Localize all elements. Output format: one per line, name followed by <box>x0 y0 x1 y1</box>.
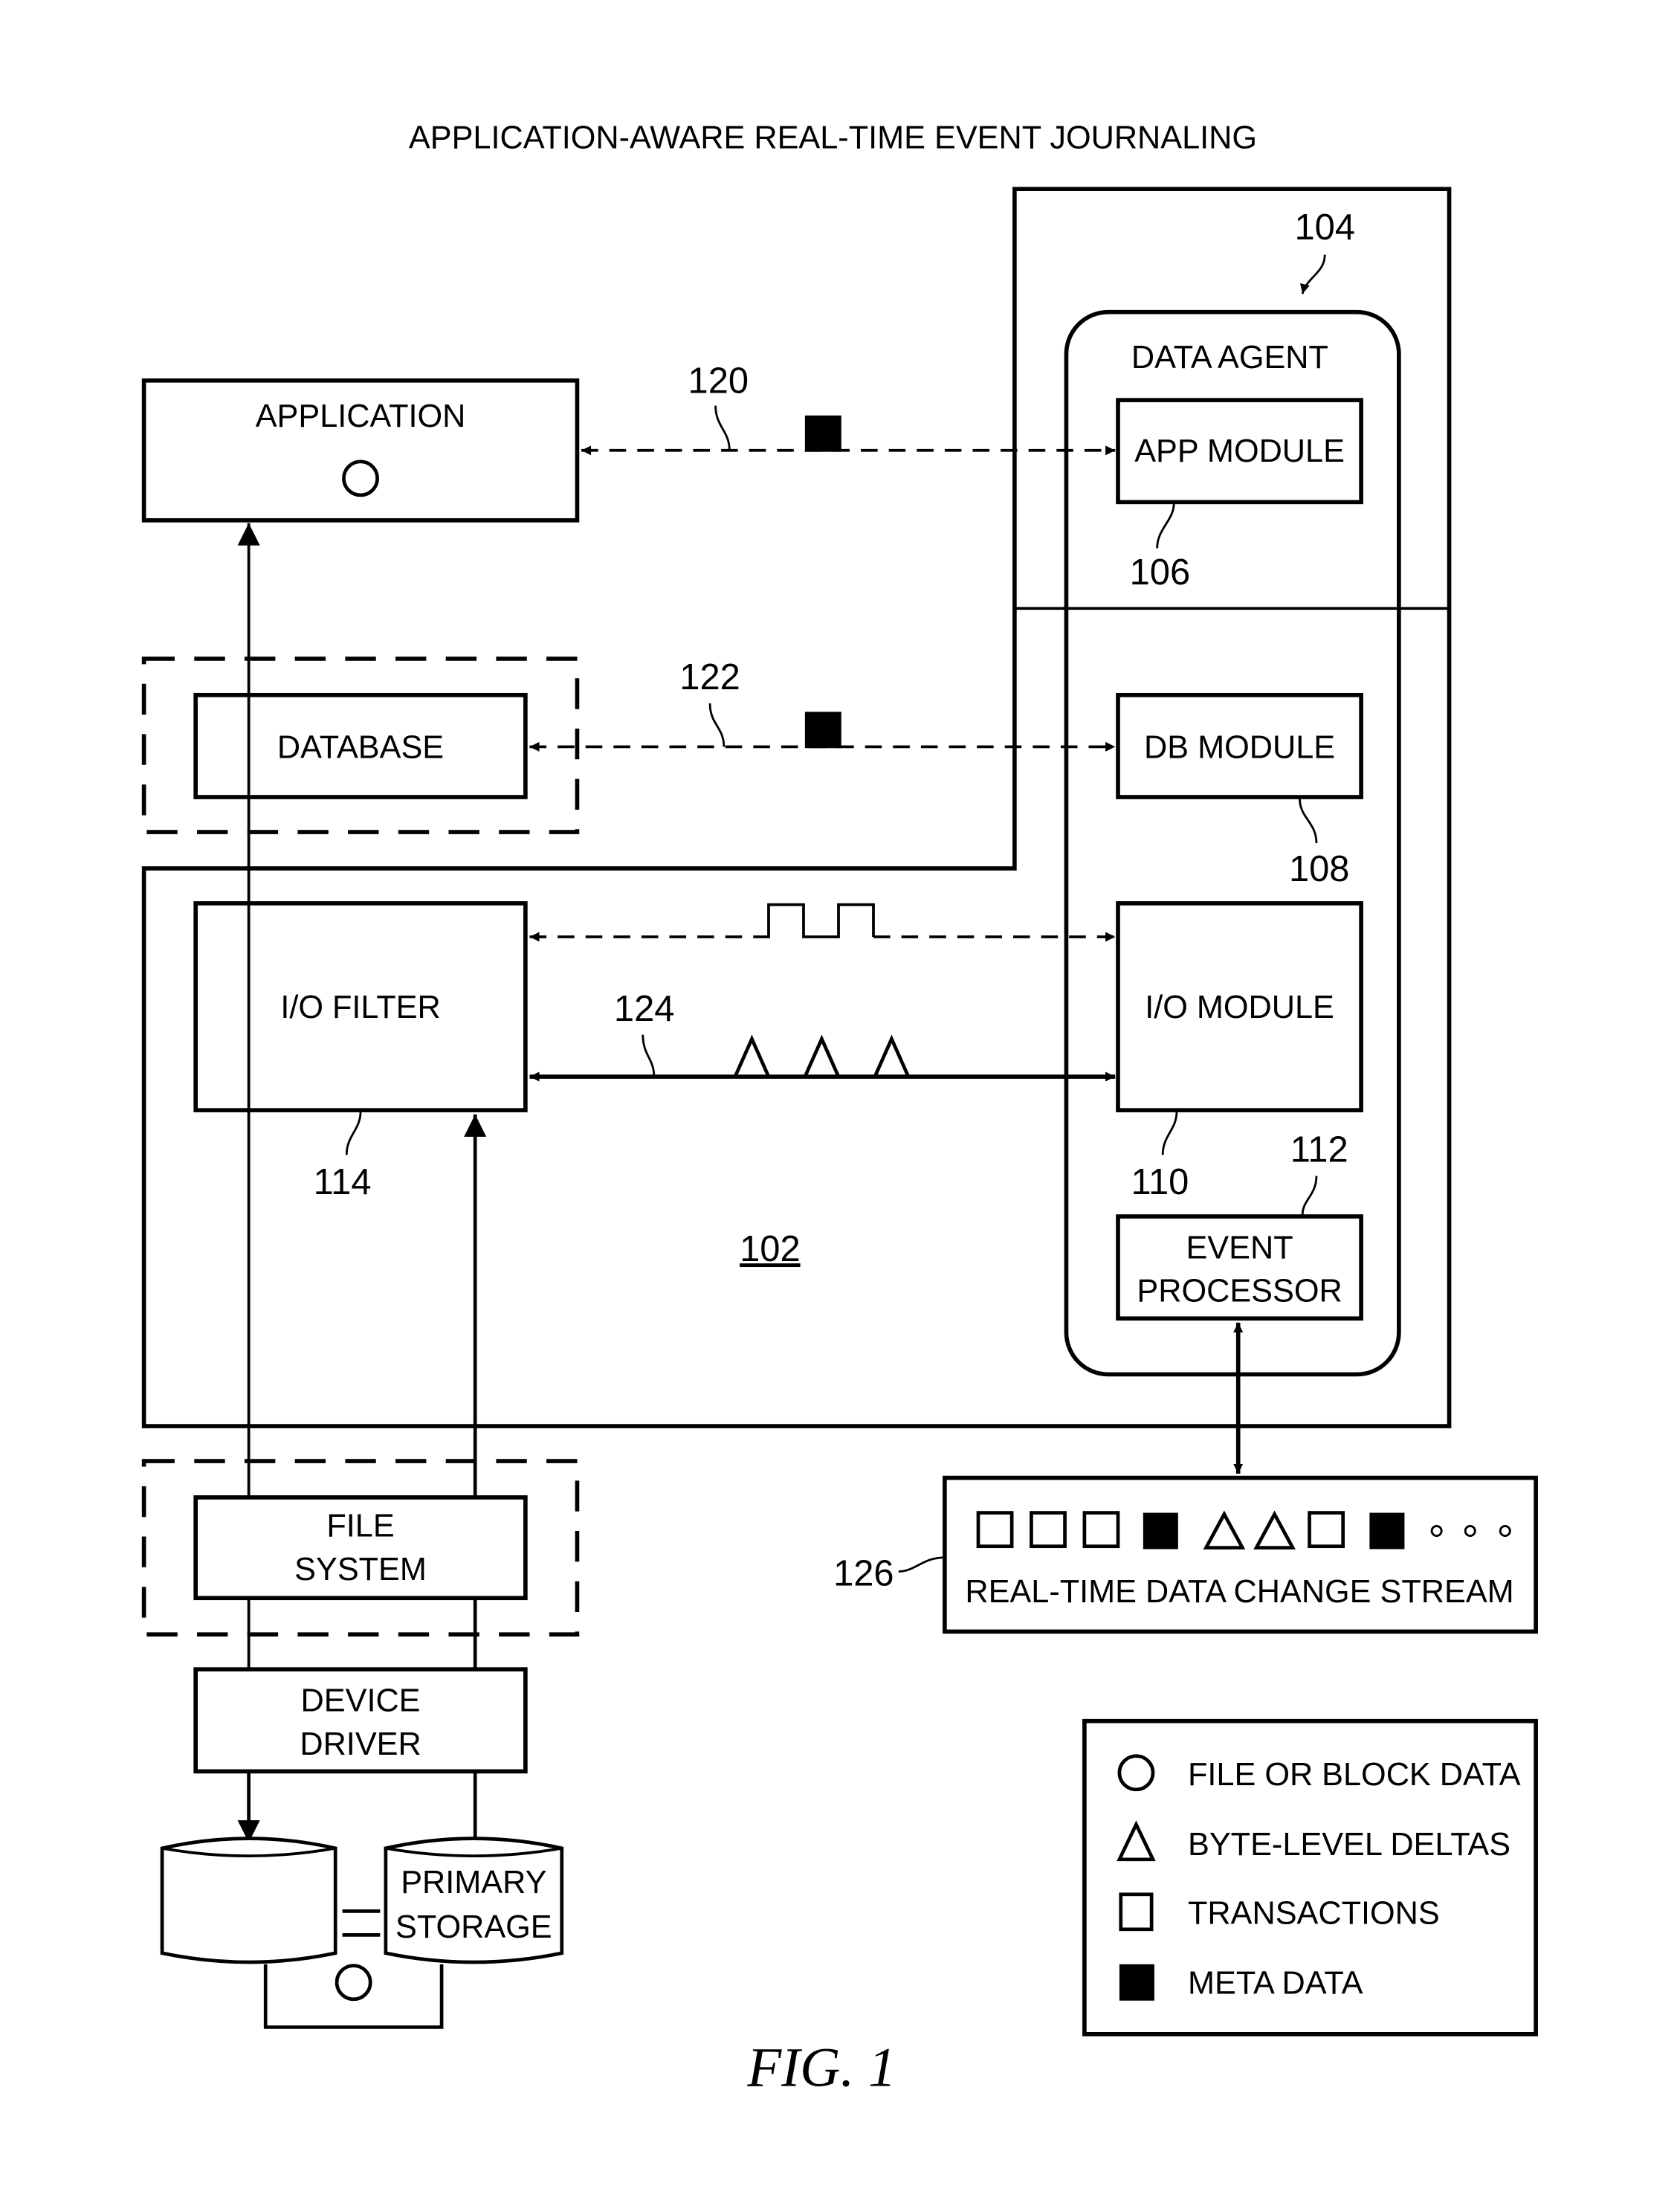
ref-108-leader <box>1298 798 1318 844</box>
meta-data-square-icon <box>804 415 841 452</box>
legend-label-transactions: TRANSACTIONS <box>1188 1895 1440 1931</box>
ref-120-leader <box>714 405 731 451</box>
ref-106-leader <box>1156 503 1175 549</box>
ref-106: 106 <box>1130 552 1191 593</box>
event-processor-label-line2: PROCESSOR <box>1137 1274 1342 1309</box>
ref-102: 102 <box>740 1229 801 1269</box>
diagram: APPLICATION-AWARE REAL-TIME EVENT JOURNA… <box>141 120 1538 2098</box>
database-label: DATABASE <box>277 729 444 765</box>
byte-delta-triangle-icon <box>733 1034 771 1077</box>
legend-circle-icon <box>1117 1754 1155 1792</box>
file-system-label-line1: FILE <box>326 1509 394 1544</box>
event-processor-box[interactable]: EVENT PROCESSOR <box>1116 1214 1363 1321</box>
device-driver-label-line2: DRIVER <box>300 1726 421 1762</box>
ref-122-leader <box>708 703 726 747</box>
ellipsis-dot-icon <box>1464 1525 1476 1538</box>
data-agent-label: DATA AGENT <box>1131 340 1328 375</box>
ref-112: 112 <box>1290 1130 1348 1170</box>
ref-114-leader <box>345 1111 362 1155</box>
meta-data-square-icon <box>804 712 841 749</box>
legend-label-file-block-data: FILE OR BLOCK DATA <box>1188 1757 1521 1793</box>
app-module-label: APP MODULE <box>1134 433 1345 469</box>
primary-storage-label-line2: STORAGE <box>395 1909 552 1945</box>
io-filter-label: I/O FILTER <box>280 990 440 1025</box>
db-module-label: DB MODULE <box>1144 729 1335 765</box>
ref-114: 114 <box>314 1162 372 1202</box>
ellipsis-dot-icon <box>1499 1525 1511 1538</box>
db-module-box[interactable]: DB MODULE <box>1116 692 1363 799</box>
legend-filled-square-icon <box>1119 1964 1154 2001</box>
ref-126-leader <box>898 1556 945 1573</box>
ref-110: 110 <box>1131 1162 1189 1202</box>
transaction-square-icon <box>976 1511 1014 1549</box>
ref-124: 124 <box>614 989 675 1029</box>
legend-label-byte-level-deltas: BYTE-LEVEL DELTAS <box>1188 1827 1510 1863</box>
ref-124-leader <box>642 1034 656 1077</box>
legend-box: FILE OR BLOCK DATA BYTE-LEVEL DELTAS TRA… <box>1082 1718 1538 2037</box>
device-driver-label-line1: DEVICE <box>301 1683 421 1719</box>
ref-120: 120 <box>688 361 749 402</box>
ref-122: 122 <box>679 657 740 697</box>
file-system-label-line2: SYSTEM <box>294 1552 427 1587</box>
legend-label-meta-data: META DATA <box>1188 1965 1363 2001</box>
file-block-data-circle-icon <box>335 1964 372 2002</box>
figure-label: FIG. 1 <box>746 2037 896 2098</box>
file-system-box[interactable]: FILE SYSTEM <box>193 1495 528 1601</box>
ref-110-leader <box>1161 1111 1178 1155</box>
transaction-square-icon <box>1082 1511 1120 1549</box>
application-box[interactable]: APPLICATION <box>141 378 580 523</box>
device-driver-box[interactable]: DEVICE DRIVER <box>193 1667 528 1774</box>
transaction-square-pulse-1 <box>766 903 875 938</box>
meta-data-square-icon <box>1369 1512 1405 1550</box>
primary-storage-cylinder[interactable]: PRIMARY STORAGE <box>384 1837 564 1964</box>
mirror-storage-cylinder[interactable] <box>160 1837 337 1964</box>
io-module-box[interactable]: I/O MODULE <box>1116 901 1363 1112</box>
io-filter-box[interactable]: I/O FILTER <box>193 901 528 1112</box>
byte-delta-triangle-icon <box>803 1034 841 1077</box>
transaction-square-icon <box>1030 1511 1067 1549</box>
ellipsis-dot-icon <box>1430 1525 1443 1538</box>
diagram-title: APPLICATION-AWARE REAL-TIME EVENT JOURNA… <box>409 120 1257 156</box>
stream-label: REAL-TIME DATA CHANGE STREAM <box>965 1574 1513 1610</box>
ref-108: 108 <box>1289 849 1350 889</box>
file-block-data-circle-icon <box>342 460 379 497</box>
data-change-stream-box[interactable]: REAL-TIME DATA CHANGE STREAM <box>943 1475 1538 1634</box>
app-module-box[interactable]: APP MODULE <box>1116 398 1363 505</box>
database-box[interactable]: DATABASE <box>193 692 528 799</box>
ref-126: 126 <box>833 1553 894 1593</box>
ref-104-leader <box>1299 254 1326 294</box>
byte-delta-triangle-icon <box>873 1034 911 1077</box>
io-module-label: I/O MODULE <box>1145 990 1334 1025</box>
ref-112-leader <box>1301 1176 1318 1216</box>
meta-data-square-icon <box>1143 1512 1178 1550</box>
ref-104: 104 <box>1294 207 1355 248</box>
legend-open-square-icon <box>1119 1892 1154 1932</box>
transaction-square-icon <box>1308 1511 1345 1549</box>
event-processor-label-line1: EVENT <box>1186 1230 1293 1265</box>
primary-storage-label-line1: PRIMARY <box>401 1865 546 1900</box>
application-label: APPLICATION <box>256 399 466 434</box>
